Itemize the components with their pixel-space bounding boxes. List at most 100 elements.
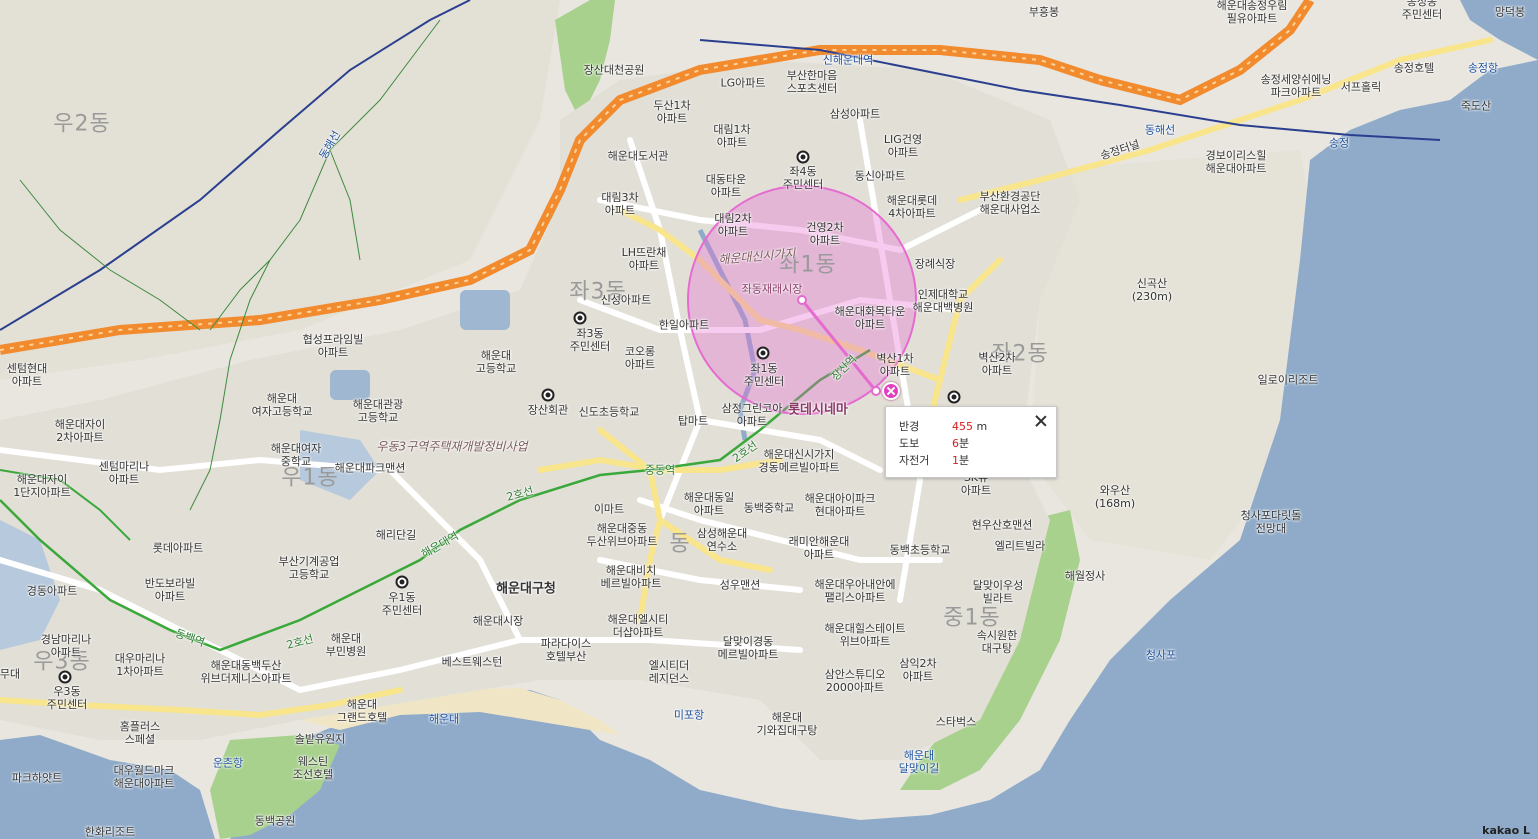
place-tap-mart[interactable]: 탑마트 xyxy=(678,415,708,428)
place-hanwha[interactable]: 한화리조트 xyxy=(85,826,136,839)
place-hyunwoo[interactable]: 현우산호맨션 xyxy=(972,519,1033,532)
place-hospital[interactable]: 해운대 부민병원 xyxy=(326,632,366,658)
place-samsung-apt[interactable]: 삼성아파트 xyxy=(830,108,881,121)
place-dongbaek-dusan[interactable]: 해운대동백두산 위브더제니스아파트 xyxy=(200,659,291,685)
place-haeundae-lotte[interactable]: 해운대롯데 4차아파트 xyxy=(887,194,938,220)
place-geonyoung2[interactable]: 건영2차 아파트 xyxy=(806,221,843,247)
place-hyeopseong[interactable]: 협성프라임빌 아파트 xyxy=(303,333,364,359)
poi-marker-u1[interactable] xyxy=(395,575,409,589)
place-lig[interactable]: LIG건영 아파트 xyxy=(884,133,922,159)
place-jangryesikjang[interactable]: 장례식장 xyxy=(915,258,955,271)
poi-marker-east[interactable] xyxy=(947,390,961,404)
place-mudae[interactable]: 무대 xyxy=(0,668,20,681)
place-vichi[interactable]: 해운대비치 베르빌아파트 xyxy=(601,564,662,590)
place-singok[interactable]: 신곡산 (230m) xyxy=(1132,277,1172,303)
place-solbat[interactable]: 솔밭유원지 xyxy=(295,733,346,746)
place-songjeong-center[interactable]: 송정동 주민센터 xyxy=(1402,0,1442,21)
place-park-mansion[interactable]: 해운대파크맨션 xyxy=(335,462,406,475)
place-hanil[interactable]: 한일아파트 xyxy=(659,319,710,332)
place-samik-studio[interactable]: 삼안스튜디오 2000아파트 xyxy=(825,668,886,694)
place-lg-apt[interactable]: LG아파트 xyxy=(720,77,765,90)
place-starbucks[interactable]: 스타벅스 xyxy=(936,716,976,729)
place-haeundae-market[interactable]: 해운대시장 xyxy=(473,615,524,628)
place-dongil[interactable]: 해운대동일 아파트 xyxy=(684,491,735,517)
place-daewoo-landmark[interactable]: 대우월드마크 해운대아파트 xyxy=(114,764,175,790)
place-womens-high[interactable]: 해운대 여자고등학교 xyxy=(252,392,313,418)
place-busan-mech[interactable]: 부산기계공업 고등학교 xyxy=(279,555,340,581)
place-dongbaek-elem[interactable]: 동백초등학교 xyxy=(890,544,951,557)
place-haeundae-tourism[interactable]: 해운대관광 고등학교 xyxy=(353,398,404,424)
place-daewoo-marina[interactable]: 대우마리나 1차아파트 xyxy=(115,652,166,678)
place-sinsung[interactable]: 신성아파트 xyxy=(601,294,652,307)
place-daerim1[interactable]: 대림1차 아파트 xyxy=(713,123,750,149)
close-icon[interactable] xyxy=(1032,412,1050,430)
place-ipark[interactable]: 해운대아이파크 현대아파트 xyxy=(805,492,876,518)
place-busan-hanmaeum[interactable]: 부산한마음 스포츠센터 xyxy=(787,69,838,95)
place-haewol[interactable]: 해월정사 xyxy=(1065,570,1105,583)
place-sokshi[interactable]: 속시원한 대구탕 xyxy=(977,629,1017,655)
close-marker-icon[interactable] xyxy=(882,382,900,400)
place-haeundae-beach[interactable]: 해운대 xyxy=(429,713,459,726)
place-gyeongdong-apt[interactable]: 경동아파트 xyxy=(27,585,78,598)
place-samjeong[interactable]: 삼정그린코아 아파트 xyxy=(722,402,783,428)
place-hollplus[interactable]: 홈플러스 스페셜 xyxy=(120,720,160,746)
place-kolong[interactable]: 코오롱 아파트 xyxy=(625,345,655,371)
place-best-western[interactable]: 베스트웨스턴 xyxy=(442,656,503,669)
place-haeundae-jai1[interactable]: 해운대자이 1단지아파트 xyxy=(13,473,71,499)
place-dongbaek-middle[interactable]: 동백중학교 xyxy=(744,502,795,515)
poi-marker-jwa4[interactable] xyxy=(796,150,810,164)
place-haeri[interactable]: 해리단길 xyxy=(376,529,416,542)
place-dalmaji-kyeongdong[interactable]: 달맞이경동 메르빌아파트 xyxy=(718,635,779,661)
place-cheongsapo-port[interactable]: 청사포 xyxy=(1146,649,1176,662)
place-center-hyundai[interactable]: 센텀현대 아파트 xyxy=(7,362,47,388)
place-byeoksan1[interactable]: 벽산1차 아파트 xyxy=(876,352,913,378)
place-sindo[interactable]: 신도초등학교 xyxy=(579,406,640,419)
place-seongwoo[interactable]: 성우맨션 xyxy=(720,579,760,592)
place-ilro[interactable]: 일로이리조트 xyxy=(1258,374,1319,387)
place-byeoksan2[interactable]: 벽산2차 아파트 xyxy=(978,351,1015,377)
place-paradise[interactable]: 파라다이스 호텔부산 xyxy=(541,637,592,663)
place-jangsan-hall[interactable]: 장산회관 xyxy=(528,404,568,417)
place-surf[interactable]: 서프홀릭 xyxy=(1341,81,1381,94)
place-womens-middle[interactable]: 해운대여자 중학교 xyxy=(271,442,322,468)
place-gu-office[interactable]: 해운대구청 xyxy=(496,583,556,596)
place-mangdeok[interactable]: 망덕봉 xyxy=(1495,6,1525,19)
place-u1-center[interactable]: 우1동 주민센터 xyxy=(382,591,422,617)
place-dongsin[interactable]: 동신아파트 xyxy=(855,170,906,183)
place-hillstate[interactable]: 해운대힐스테이트 위브아파트 xyxy=(825,622,906,648)
place-tea-apt[interactable]: 롯데아파트 xyxy=(153,542,204,555)
place-songjeong-rim[interactable]: 해운대송정우림 필유아파트 xyxy=(1217,0,1288,25)
place-newtown-gyeongdong[interactable]: 해운대신시가지 경동메르빌아파트 xyxy=(759,448,840,474)
place-elcity-residence[interactable]: 엘시티더 레지던스 xyxy=(649,659,689,685)
place-kyungbo[interactable]: 경보이리스힐 해운대아파트 xyxy=(1206,149,1267,175)
place-unchon[interactable]: 운촌항 xyxy=(213,757,243,770)
place-gwajip[interactable]: 해운대 기와집대구탕 xyxy=(757,711,818,737)
kakao-copyright[interactable]: kakao L xyxy=(1482,824,1530,837)
place-songjeong-hotel[interactable]: 송정호텔 xyxy=(1394,62,1434,75)
place-u3-redevelop[interactable]: 우동3구역주택재개발정비사업 xyxy=(376,440,527,454)
place-centum-marina[interactable]: 센텀마리나 아파트 xyxy=(99,460,150,486)
place-park-hyatt[interactable]: 파크하얏트 xyxy=(12,772,63,785)
place-samsung-yeonsu[interactable]: 삼성해운대 연수소 xyxy=(697,527,748,553)
place-songjeong-port[interactable]: 송정항 xyxy=(1468,62,1498,75)
place-jangsan-park[interactable]: 장산대천공원 xyxy=(584,64,645,77)
place-jwa1-center[interactable]: 좌1동 주민센터 xyxy=(744,362,784,388)
place-inje[interactable]: 인제대학교 해운대백병원 xyxy=(913,288,974,314)
place-cheongsapo[interactable]: 청사포다릿돌 전망대 xyxy=(1241,509,1302,535)
place-westin[interactable]: 웨스틴 조선호텔 xyxy=(293,755,333,781)
place-songjeong-apt[interactable]: 송정세양쉬에닝 파크아파트 xyxy=(1261,73,1332,99)
poi-marker-jangsan-hall[interactable] xyxy=(541,388,555,402)
place-grand-hotel[interactable]: 해운대 그랜드호텔 xyxy=(337,698,388,724)
place-daewoo-maranan[interactable]: 해운대우아내안에 팰리스아파트 xyxy=(815,578,896,604)
place-daerim2[interactable]: 대림2차 아파트 xyxy=(714,212,751,238)
place-lh[interactable]: LH뜨란채 아파트 xyxy=(622,246,667,272)
place-dalmaji-gil[interactable]: 해운대 달맞이길 xyxy=(899,749,939,775)
place-dalmaji-villa[interactable]: 달맞이우성 빌라트 xyxy=(973,579,1024,605)
place-dusan1[interactable]: 두산1차 아파트 xyxy=(653,99,690,125)
place-dongbaek-park[interactable]: 동백공원 xyxy=(255,815,295,828)
place-jwa3-center[interactable]: 좌3동 주민센터 xyxy=(570,327,610,353)
place-haeundae-jai2[interactable]: 해운대자이 2차아파트 xyxy=(55,418,106,444)
poi-marker-u3[interactable] xyxy=(58,670,72,684)
place-jwa4[interactable]: 좌4동 주민센터 xyxy=(783,165,823,191)
place-u3-center[interactable]: 우3동 주민센터 xyxy=(47,685,87,711)
